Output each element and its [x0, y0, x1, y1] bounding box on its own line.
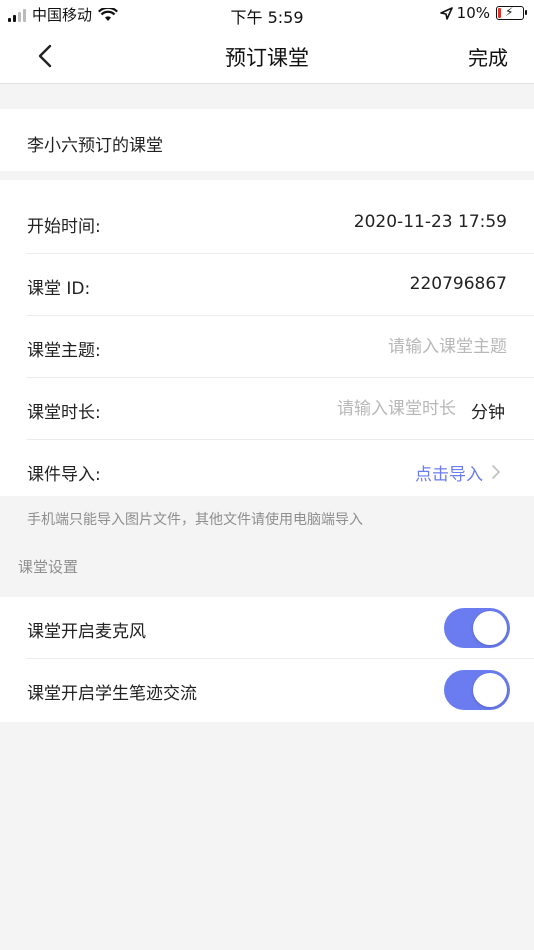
- import-link[interactable]: 点击导入: [415, 460, 483, 485]
- page-title: 预订课堂: [225, 46, 309, 70]
- topic-row: 课堂主题:: [0, 316, 534, 378]
- class-form: 开始时间: 2020-11-23 17:59 课堂 ID: 220796867 …: [0, 180, 534, 496]
- settings-card: 课堂开启麦克风 课堂开启学生笔迹交流: [0, 597, 534, 722]
- status-bar: 中国移动 下午 5:59 10% ⚡: [0, 0, 534, 28]
- import-hint: 手机端只能导入图片文件，其他文件请使用电脑端导入: [27, 512, 363, 528]
- courseware-row[interactable]: 课件导入: 点击导入: [0, 440, 534, 502]
- toggle-knob: [473, 611, 507, 645]
- done-button[interactable]: 完成: [468, 42, 508, 71]
- handwriting-setting-label: 课堂开启学生笔迹交流: [27, 684, 197, 704]
- battery-percent: 10%: [456, 4, 490, 22]
- chevron-right-icon[interactable]: [490, 464, 502, 480]
- duration-input[interactable]: [256, 396, 456, 422]
- topic-label: 课堂主题:: [27, 341, 101, 361]
- class-id-value: 220796867: [409, 274, 507, 294]
- booking-name: 李小六预订的课堂: [27, 136, 163, 156]
- class-id-row: 课堂 ID: 220796867: [0, 254, 534, 316]
- duration-unit: 分钟: [471, 403, 505, 423]
- start-time-row[interactable]: 开始时间: 2020-11-23 17:59: [0, 192, 534, 254]
- duration-row: 课堂时长: 分钟: [0, 378, 534, 440]
- status-right: 10% ⚡: [439, 4, 527, 22]
- duration-label: 课堂时长:: [27, 403, 101, 423]
- settings-section-header: 课堂设置: [18, 558, 79, 576]
- start-time-value: 2020-11-23 17:59: [353, 212, 507, 232]
- class-id-label: 课堂 ID:: [27, 279, 91, 299]
- location-arrow-icon: [439, 6, 453, 20]
- topic-input[interactable]: [267, 334, 507, 360]
- microphone-setting-label: 课堂开启麦克风: [27, 622, 146, 642]
- start-time-label: 开始时间:: [27, 217, 101, 237]
- handwriting-toggle[interactable]: [444, 670, 510, 710]
- handwriting-setting-row: 课堂开启学生笔迹交流: [0, 659, 534, 721]
- toggle-knob: [473, 673, 507, 707]
- microphone-toggle[interactable]: [444, 608, 510, 648]
- microphone-setting-row: 课堂开启麦克风: [0, 597, 534, 659]
- courseware-label: 课件导入:: [27, 465, 101, 485]
- booking-name-card: 李小六预订的课堂: [0, 109, 534, 171]
- nav-bar: 预订课堂 完成: [0, 28, 534, 84]
- battery-charging-icon: ⚡: [496, 5, 527, 20]
